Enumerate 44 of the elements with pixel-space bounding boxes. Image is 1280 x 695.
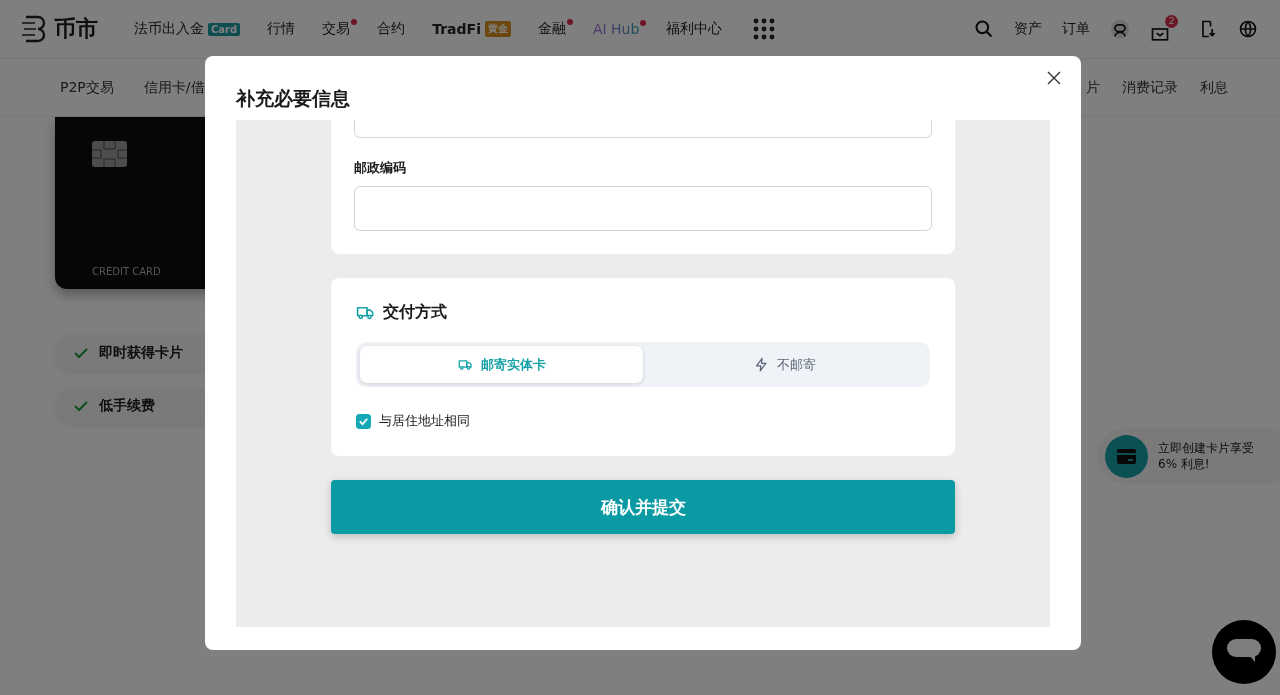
nav-link[interactable]: 法币出入金 Card [134, 17, 248, 41]
search-icon[interactable] [974, 19, 994, 39]
section-title: 交付方式 [383, 302, 447, 323]
field-label: 邮政编码 [354, 159, 407, 177]
mail-button[interactable]: 2 [1150, 14, 1178, 44]
globe-icon[interactable] [1238, 19, 1258, 39]
feature-text: 即时获得卡片 [99, 343, 183, 362]
promo-banner[interactable]: 立即创建卡片享受 6% 利息! [1097, 428, 1280, 484]
subnav-tab[interactable]: 利息 [1200, 78, 1228, 97]
checkbox[interactable] [356, 413, 371, 429]
option-tab[interactable]: 不邮寄 [643, 346, 926, 383]
input-field[interactable] [354, 186, 932, 231]
input-field[interactable] [354, 120, 932, 138]
chip-icon [92, 141, 127, 167]
logo-text: 币市 [54, 15, 98, 43]
lightning-icon [753, 357, 769, 372]
header-link[interactable]: 资产 [1014, 20, 1042, 38]
avatar-icon[interactable] [1110, 19, 1130, 39]
nav-link[interactable]: 福利中心 [666, 17, 730, 41]
card-icon [1105, 434, 1148, 478]
modal-title: 补充必要信息 [236, 86, 350, 111]
checkmark-icon [358, 415, 369, 427]
subnav-tab[interactable]: 消费记录 [1122, 78, 1178, 97]
feature-text: 低手续费 [99, 396, 155, 415]
nav-link[interactable]: 交易 [322, 17, 358, 41]
nav-link[interactable]: 合约 [377, 17, 413, 41]
nav-link[interactable]: TradFi 黄金 [432, 18, 518, 40]
submit-button[interactable]: 确认并提交 [331, 480, 955, 534]
card-label: CREDIT CARD [92, 266, 162, 277]
header-link[interactable]: 订单 [1062, 20, 1090, 38]
option-tab[interactable]: 邮寄实体卡 [360, 346, 643, 383]
subnav-tab[interactable]: P2P交易 [60, 78, 114, 97]
subnav-tab[interactable]: 片 [1086, 78, 1100, 97]
logo-icon [22, 14, 48, 44]
nav-badge: 黄金 [484, 21, 511, 37]
nav-link[interactable]: 金融 [537, 17, 573, 41]
nav-badge: Card [208, 22, 241, 36]
truck-icon [457, 357, 473, 372]
unread-count: 2 [1165, 14, 1178, 28]
apps-grid-icon[interactable] [753, 18, 776, 40]
subnav-tab[interactable]: 信用卡/借 [143, 78, 205, 97]
nav-link[interactable]: 行情 [267, 17, 303, 41]
checkbox-label: 与居住地址相同 [379, 412, 470, 430]
promo-text: 立即创建卡片享受 6% 利息! [1158, 440, 1255, 472]
